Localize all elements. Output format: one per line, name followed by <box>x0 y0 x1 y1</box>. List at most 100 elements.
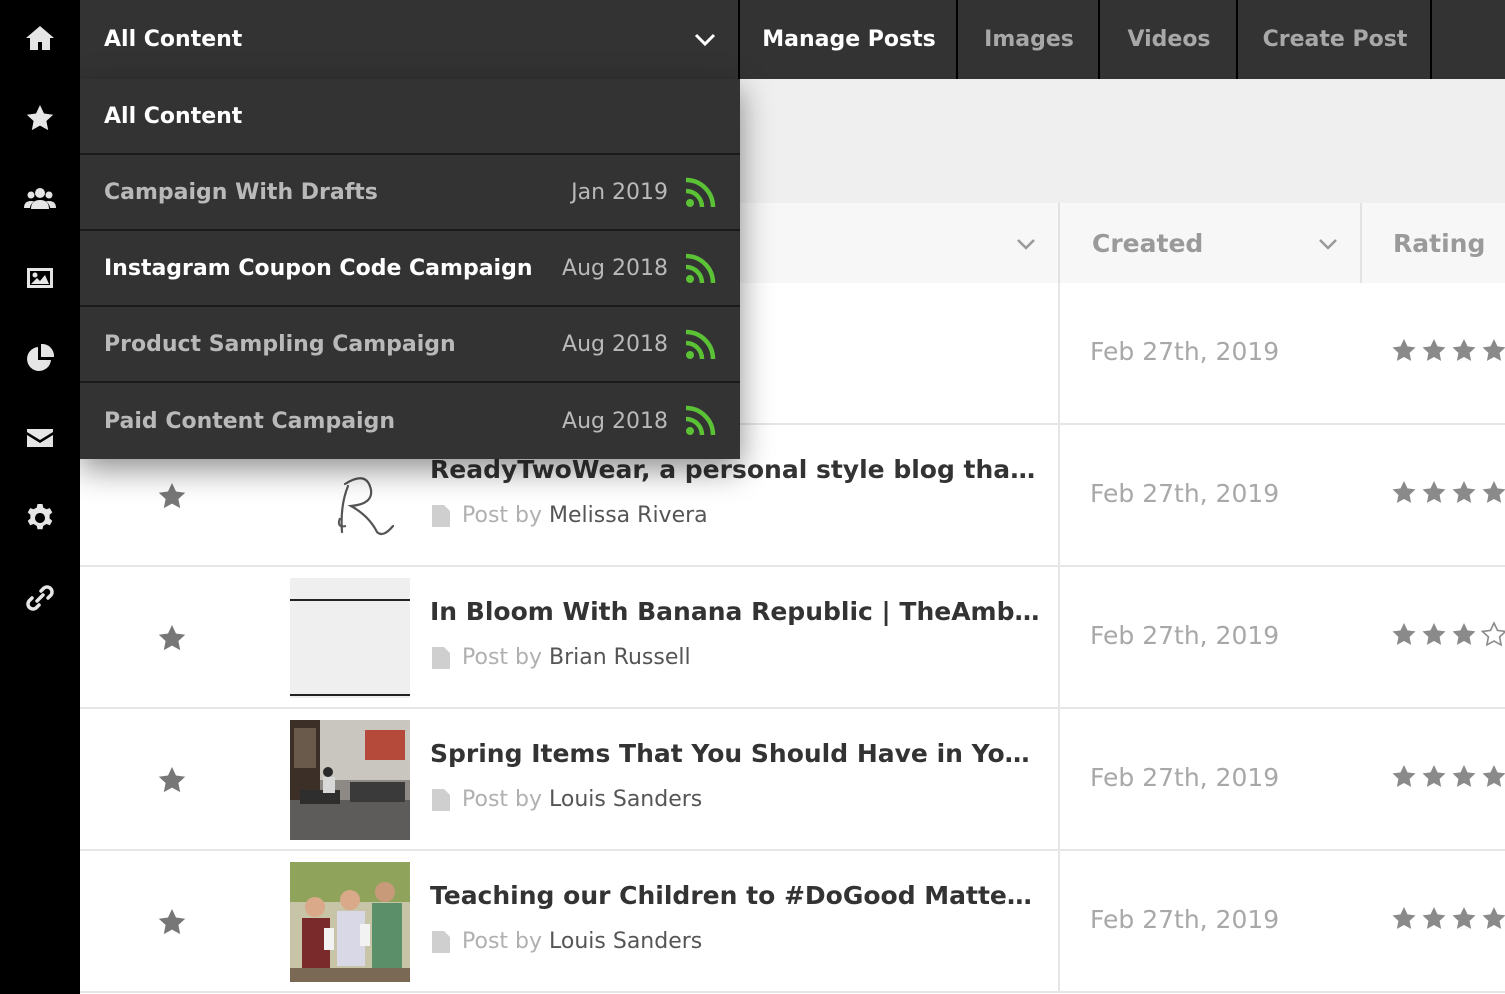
star-filled-icon[interactable] <box>1450 479 1478 507</box>
post-meta: Post by Louis Sanders <box>432 929 702 954</box>
column-divider <box>1058 709 1060 851</box>
top-nav: All Content Manage Posts Images Videos C… <box>80 0 1505 79</box>
rating-stars[interactable] <box>1390 763 1505 791</box>
post-by-label: Post by <box>462 787 543 812</box>
table-row[interactable]: Spring Items That You Should Have in You… <box>80 709 1505 851</box>
star-filled-icon[interactable] <box>1450 337 1478 365</box>
column-divider <box>1058 203 1060 283</box>
post-author[interactable]: Melissa Rivera <box>549 503 708 528</box>
created-date: Feb 27th, 2019 <box>1090 479 1280 508</box>
column-header-created[interactable]: Created <box>1092 203 1203 283</box>
document-icon <box>432 646 450 669</box>
rss-icon <box>684 177 716 209</box>
post-author[interactable]: Louis Sanders <box>549 929 702 954</box>
title-sort-chevron-icon[interactable] <box>1015 233 1037 255</box>
dropdown-item-name: Campaign With Drafts <box>104 179 378 205</box>
post-title[interactable]: ReadyTwoWear, a personal style blog that… <box>430 455 1040 484</box>
post-title[interactable]: In Bloom With Banana Republic | TheAmbit… <box>430 597 1040 626</box>
star-filled-icon[interactable] <box>1420 621 1448 649</box>
dropdown-item-name: All Content <box>104 103 243 129</box>
sidebar <box>0 0 80 994</box>
table-row[interactable]: Teaching our Children to #DoGood Matters… <box>80 851 1505 993</box>
post-meta: Post by Brian Russell <box>432 645 691 670</box>
rating-stars[interactable] <box>1390 905 1505 933</box>
rss-icon <box>684 253 716 285</box>
favorite-star-icon[interactable] <box>156 622 188 654</box>
post-thumbnail[interactable] <box>290 720 410 840</box>
dropdown-item-name: Product Sampling Campaign <box>104 331 456 357</box>
mail-icon[interactable] <box>20 418 60 458</box>
dropdown-item-campaign[interactable]: Campaign With Drafts Jan 2019 <box>80 155 740 231</box>
dropdown-item-campaign[interactable]: Paid Content Campaign Aug 2018 <box>80 383 740 459</box>
star-filled-icon[interactable] <box>1390 621 1418 649</box>
rating-stars[interactable] <box>1390 479 1505 507</box>
family-photo-thumbnail <box>290 862 410 982</box>
favorite-star-icon[interactable] <box>156 480 188 512</box>
users-icon[interactable] <box>20 178 60 218</box>
street-photo-thumbnail <box>290 720 410 840</box>
dropdown-item-name: Paid Content Campaign <box>104 408 395 434</box>
gear-icon[interactable] <box>20 498 60 538</box>
dropdown-item-date: Aug 2018 <box>562 255 668 281</box>
tab-create-post[interactable]: Create Post <box>1240 0 1432 79</box>
table-row[interactable]: In Bloom With Banana Republic | TheAmbit… <box>80 567 1505 709</box>
content-scope-selector[interactable]: All Content <box>80 0 740 79</box>
star-icon[interactable] <box>20 98 60 138</box>
star-filled-icon[interactable] <box>1480 763 1505 791</box>
column-divider <box>1360 203 1362 283</box>
post-meta: Post by Melissa Rivera <box>432 503 708 528</box>
content-scope-label: All Content <box>104 27 243 52</box>
favorite-star-icon[interactable] <box>156 764 188 796</box>
star-filled-icon[interactable] <box>1390 479 1418 507</box>
favorite-star-icon[interactable] <box>156 906 188 938</box>
post-author[interactable]: Louis Sanders <box>549 787 702 812</box>
post-by-label: Post by <box>462 503 543 528</box>
image-icon[interactable] <box>20 258 60 298</box>
dropdown-item-date: Aug 2018 <box>562 408 668 434</box>
star-filled-icon[interactable] <box>1480 337 1505 365</box>
document-icon <box>432 788 450 811</box>
tab-images[interactable]: Images <box>960 0 1100 79</box>
star-filled-icon[interactable] <box>1420 905 1448 933</box>
post-meta: Post by Louis Sanders <box>432 787 702 812</box>
link-icon[interactable] <box>20 578 60 618</box>
tab-videos[interactable]: Videos <box>1102 0 1238 79</box>
post-thumbnail[interactable] <box>290 578 410 698</box>
dropdown-item-all-content[interactable]: All Content <box>80 79 740 155</box>
star-filled-icon[interactable] <box>1420 763 1448 791</box>
star-empty-icon[interactable] <box>1480 621 1505 649</box>
star-filled-icon[interactable] <box>1390 337 1418 365</box>
star-filled-icon[interactable] <box>1420 337 1448 365</box>
post-thumbnail[interactable] <box>290 862 410 982</box>
column-divider <box>1058 425 1060 567</box>
created-sort-chevron-icon[interactable] <box>1317 233 1339 255</box>
created-date: Feb 27th, 2019 <box>1090 905 1280 934</box>
tab-manage-posts[interactable]: Manage Posts <box>742 0 958 79</box>
column-divider <box>1058 283 1060 425</box>
created-date: Feb 27th, 2019 <box>1090 763 1280 792</box>
star-filled-icon[interactable] <box>1420 479 1448 507</box>
star-filled-icon[interactable] <box>1390 905 1418 933</box>
pie-chart-icon[interactable] <box>20 338 60 378</box>
column-divider <box>1058 851 1060 993</box>
dropdown-item-date: Jan 2019 <box>571 179 668 205</box>
post-title[interactable]: Teaching our Children to #DoGood Matters… <box>430 881 1040 910</box>
star-filled-icon[interactable] <box>1480 479 1505 507</box>
star-filled-icon[interactable] <box>1390 763 1418 791</box>
rss-icon <box>684 329 716 361</box>
dropdown-item-campaign[interactable]: Instagram Coupon Code Campaign Aug 2018 <box>80 231 740 307</box>
rating-stars[interactable] <box>1390 337 1505 365</box>
star-filled-icon[interactable] <box>1450 621 1478 649</box>
star-filled-icon[interactable] <box>1450 763 1478 791</box>
dropdown-item-campaign[interactable]: Product Sampling Campaign Aug 2018 <box>80 307 740 383</box>
rating-stars[interactable] <box>1390 621 1505 649</box>
star-filled-icon[interactable] <box>1450 905 1478 933</box>
post-author[interactable]: Brian Russell <box>549 645 691 670</box>
post-by-label: Post by <box>462 929 543 954</box>
column-header-rating[interactable]: Rating <box>1393 203 1485 283</box>
home-icon[interactable] <box>20 18 60 58</box>
star-filled-icon[interactable] <box>1480 905 1505 933</box>
post-title[interactable]: Spring Items That You Should Have in You… <box>430 739 1040 768</box>
created-date: Feb 27th, 2019 <box>1090 621 1280 650</box>
chevron-down-icon <box>692 26 718 52</box>
